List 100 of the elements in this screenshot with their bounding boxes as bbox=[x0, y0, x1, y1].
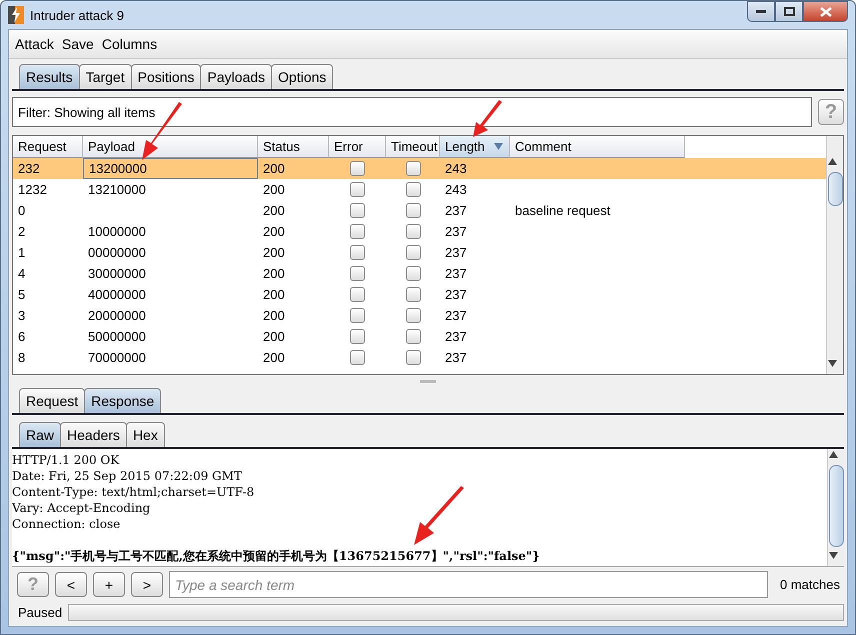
table-cell: 237 bbox=[445, 308, 467, 323]
menu-item[interactable]: Columns bbox=[102, 36, 158, 52]
scrollbar-thumb[interactable] bbox=[828, 172, 842, 206]
checkbox[interactable] bbox=[350, 224, 365, 239]
table-row[interactable]: 3 20000000 200 237 bbox=[13, 305, 826, 326]
table-cell: 232 bbox=[18, 161, 40, 176]
close-icon bbox=[820, 6, 832, 16]
column-header[interactable]: Timeout bbox=[386, 136, 440, 158]
checkbox[interactable] bbox=[350, 308, 365, 323]
table-row[interactable]: 1232 13210000 200 243 bbox=[13, 179, 826, 200]
close-button[interactable] bbox=[803, 1, 848, 22]
checkbox[interactable] bbox=[350, 266, 365, 281]
table-row[interactable]: 6 50000000 200 237 bbox=[13, 326, 826, 347]
column-header[interactable]: Comment bbox=[510, 136, 685, 158]
table-cell: 0 bbox=[18, 203, 26, 218]
tab[interactable]: Target bbox=[78, 64, 132, 89]
filter-bar[interactable]: Filter: Showing all items bbox=[12, 97, 812, 127]
table-cell: 237 bbox=[445, 350, 467, 365]
table-cell: 1232 bbox=[18, 182, 47, 197]
search-nav-button[interactable]: > bbox=[131, 572, 163, 597]
table-cell: 10000000 bbox=[88, 224, 146, 239]
table-cell: 6 bbox=[18, 329, 26, 344]
scrollbar[interactable] bbox=[826, 136, 843, 374]
checkbox[interactable] bbox=[406, 308, 420, 323]
status-text: Paused bbox=[18, 605, 62, 620]
app-icon bbox=[8, 6, 24, 24]
table-row[interactable]: 5 40000000 200 237 bbox=[13, 284, 826, 305]
table-row[interactable]: 0 200 237 baseline request bbox=[13, 200, 826, 221]
scrollbar-thumb[interactable] bbox=[828, 465, 844, 547]
table-cell: 00000000 bbox=[88, 245, 146, 260]
response-line: Date: Fri, 25 Sep 2015 07:22:09 GMT bbox=[12, 469, 242, 483]
search-field[interactable]: Type a search term bbox=[169, 571, 768, 598]
checkbox[interactable] bbox=[406, 224, 420, 239]
table-cell: 200 bbox=[263, 245, 285, 260]
annotation-arrow bbox=[470, 100, 504, 138]
tab[interactable]: Response bbox=[84, 388, 162, 413]
table-cell: 8 bbox=[18, 350, 26, 365]
table-cell: 237 bbox=[445, 329, 467, 344]
table-cell: 237 bbox=[445, 266, 467, 281]
tab[interactable]: Raw bbox=[19, 422, 62, 447]
checkbox[interactable] bbox=[350, 287, 365, 302]
table-cell: 200 bbox=[263, 161, 285, 176]
table-cell: 70000000 bbox=[88, 350, 146, 365]
table-row[interactable]: 4 30000000 200 237 bbox=[13, 263, 826, 284]
table-cell: 13200000 bbox=[89, 161, 147, 176]
checkbox[interactable] bbox=[350, 182, 365, 197]
search-nav-button[interactable]: + bbox=[93, 572, 125, 597]
search-nav-button[interactable]: < bbox=[55, 572, 87, 597]
checkbox[interactable] bbox=[406, 245, 420, 260]
table-cell: 40000000 bbox=[88, 287, 146, 302]
table-row[interactable]: 232 13200000 200 243 bbox=[13, 158, 826, 179]
tab[interactable]: Headers bbox=[60, 422, 127, 447]
checkbox[interactable] bbox=[406, 329, 420, 344]
checkbox[interactable] bbox=[350, 350, 365, 365]
column-header[interactable]: Payload bbox=[83, 136, 258, 158]
table-cell: 5 bbox=[18, 287, 26, 302]
tab[interactable]: Options bbox=[271, 64, 334, 89]
table-cell: 237 bbox=[445, 245, 467, 260]
response-line: HTTP/1.1 200 OK bbox=[12, 453, 120, 467]
checkbox[interactable] bbox=[406, 350, 420, 365]
table-row[interactable]: 1 00000000 200 237 bbox=[13, 242, 826, 263]
checkbox[interactable] bbox=[406, 203, 420, 218]
checkbox[interactable] bbox=[406, 182, 420, 197]
table-cell: 200 bbox=[263, 350, 285, 365]
table-cell: baseline request bbox=[515, 203, 610, 218]
checkbox[interactable] bbox=[350, 203, 365, 218]
table-cell: 200 bbox=[263, 329, 285, 344]
tab[interactable]: Positions bbox=[130, 64, 202, 89]
maximize-button[interactable] bbox=[775, 1, 803, 22]
maximize-icon bbox=[784, 7, 794, 16]
menu-item[interactable]: Save bbox=[62, 36, 94, 52]
menu-item[interactable]: Attack bbox=[15, 36, 54, 52]
response-line: Vary: Accept-Encoding bbox=[12, 501, 150, 515]
column-header[interactable]: Status bbox=[258, 136, 329, 158]
column-header[interactable]: Request bbox=[13, 136, 83, 158]
checkbox[interactable] bbox=[406, 266, 420, 281]
checkbox[interactable] bbox=[350, 329, 365, 344]
tab[interactable]: Hex bbox=[126, 422, 165, 447]
tab[interactable]: Payloads bbox=[200, 64, 272, 89]
tab[interactable]: Request bbox=[19, 388, 86, 413]
checkbox[interactable] bbox=[406, 161, 420, 176]
scrollbar[interactable] bbox=[827, 449, 844, 566]
column-header[interactable]: Error bbox=[329, 136, 386, 158]
tab[interactable]: Results bbox=[19, 64, 80, 89]
table-cell: 13210000 bbox=[88, 182, 146, 197]
table-cell: 20000000 bbox=[88, 308, 146, 323]
table-row[interactable]: 2 10000000 200 237 bbox=[13, 221, 826, 242]
table-row[interactable]: 8 70000000 200 237 bbox=[13, 347, 826, 368]
table-cell: 243 bbox=[445, 161, 467, 176]
response-line: Connection: close bbox=[12, 517, 120, 531]
table-cell: 3 bbox=[18, 308, 26, 323]
minimize-icon bbox=[756, 10, 766, 14]
table-cell: 2 bbox=[18, 224, 26, 239]
table-cell: 1 bbox=[18, 245, 26, 260]
table-cell: 200 bbox=[263, 224, 285, 239]
checkbox[interactable] bbox=[350, 161, 365, 176]
checkbox[interactable] bbox=[406, 287, 420, 302]
column-header[interactable]: Length bbox=[440, 136, 510, 158]
minimize-button[interactable] bbox=[747, 1, 775, 22]
checkbox[interactable] bbox=[350, 245, 365, 260]
